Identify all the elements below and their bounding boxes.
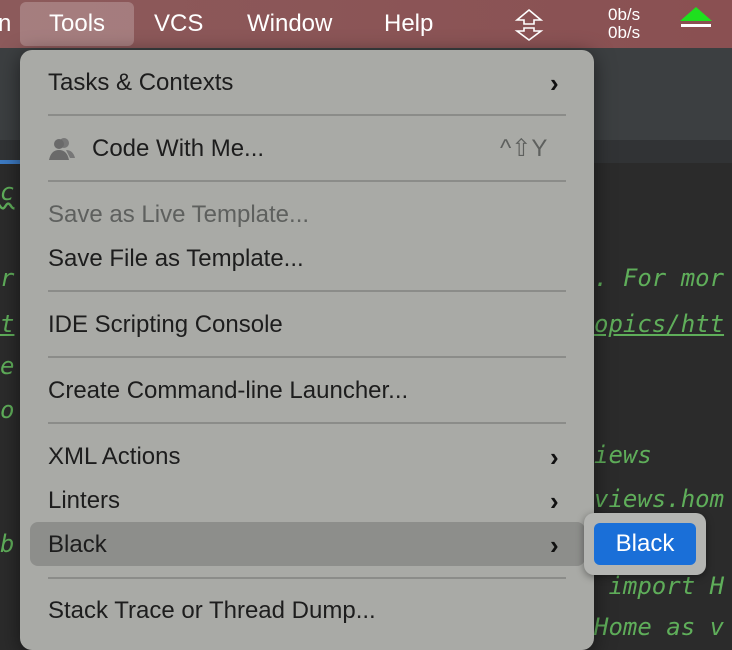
menu-item-linters[interactable]: Linters — [48, 481, 120, 521]
menu-item-stack-trace[interactable]: Stack Trace or Thread Dump... — [48, 591, 376, 631]
chevron-right-icon: › — [550, 68, 559, 98]
highlighted-item-background — [30, 522, 585, 566]
menu-run[interactable]: n — [0, 0, 11, 48]
code-fragment: o — [0, 396, 15, 424]
menu-item-command-line-launcher[interactable]: Create Command-line Launcher... — [48, 371, 408, 411]
tools-menu: Tasks & Contexts › Code With Me... ^⇧Y S… — [20, 50, 594, 650]
network-speed: 0b/s 0b/s — [608, 6, 640, 42]
code-fragment: c — [0, 178, 15, 206]
code-fragment: views.hom — [594, 485, 725, 513]
menu-window[interactable]: Window — [247, 0, 332, 48]
menu-tools[interactable]: Tools — [20, 2, 135, 46]
code-fragment: . For mor — [594, 264, 725, 292]
download-speed: 0b/s — [608, 23, 641, 42]
separator — [48, 356, 566, 358]
black-submenu: Black — [584, 513, 706, 575]
upload-speed: 0b/s — [608, 5, 641, 24]
code-fragment: import H — [594, 572, 725, 600]
code-fragment: iews — [594, 441, 652, 469]
menu-item-tasks-contexts[interactable]: Tasks & Contexts — [48, 63, 233, 103]
code-fragment: e — [0, 352, 15, 380]
menu-item-ide-scripting-console[interactable]: IDE Scripting Console — [48, 305, 283, 345]
users-icon — [49, 138, 75, 160]
code-fragment: b — [0, 530, 15, 558]
code-fragment: r — [0, 264, 15, 292]
separator — [48, 114, 566, 116]
chevron-right-icon: › — [550, 486, 559, 516]
chevron-right-icon: › — [550, 530, 559, 560]
code-fragment: t — [0, 310, 15, 338]
separator — [48, 180, 566, 182]
menu-item-save-live-template: Save as Live Template... — [48, 201, 310, 228]
menu-item-black[interactable]: Black — [48, 525, 107, 565]
menu-item-xml-actions[interactable]: XML Actions — [48, 437, 181, 477]
code-fragment: Home as v — [594, 613, 725, 641]
separator — [48, 577, 566, 579]
menu-item-save-file-template[interactable]: Save File as Template... — [48, 239, 304, 279]
code-link[interactable]: opics/htt — [594, 310, 724, 338]
up-down-arrows-icon[interactable] — [514, 8, 544, 42]
separator — [48, 422, 566, 424]
menu-item-code-with-me[interactable]: Code With Me... — [92, 129, 264, 169]
separator — [48, 290, 566, 292]
menu-help[interactable]: Help — [384, 0, 433, 48]
shortcut-label: ^⇧Y — [500, 135, 548, 162]
menu-bar: n Tools VCS Window Help 0b/s 0b/s — [0, 0, 732, 48]
submenu-item-black[interactable]: Black — [594, 523, 696, 565]
chevron-right-icon: › — [550, 442, 559, 472]
menu-vcs[interactable]: VCS — [154, 0, 203, 48]
active-tab-indicator — [0, 160, 20, 164]
green-triangle-icon[interactable] — [678, 6, 714, 28]
